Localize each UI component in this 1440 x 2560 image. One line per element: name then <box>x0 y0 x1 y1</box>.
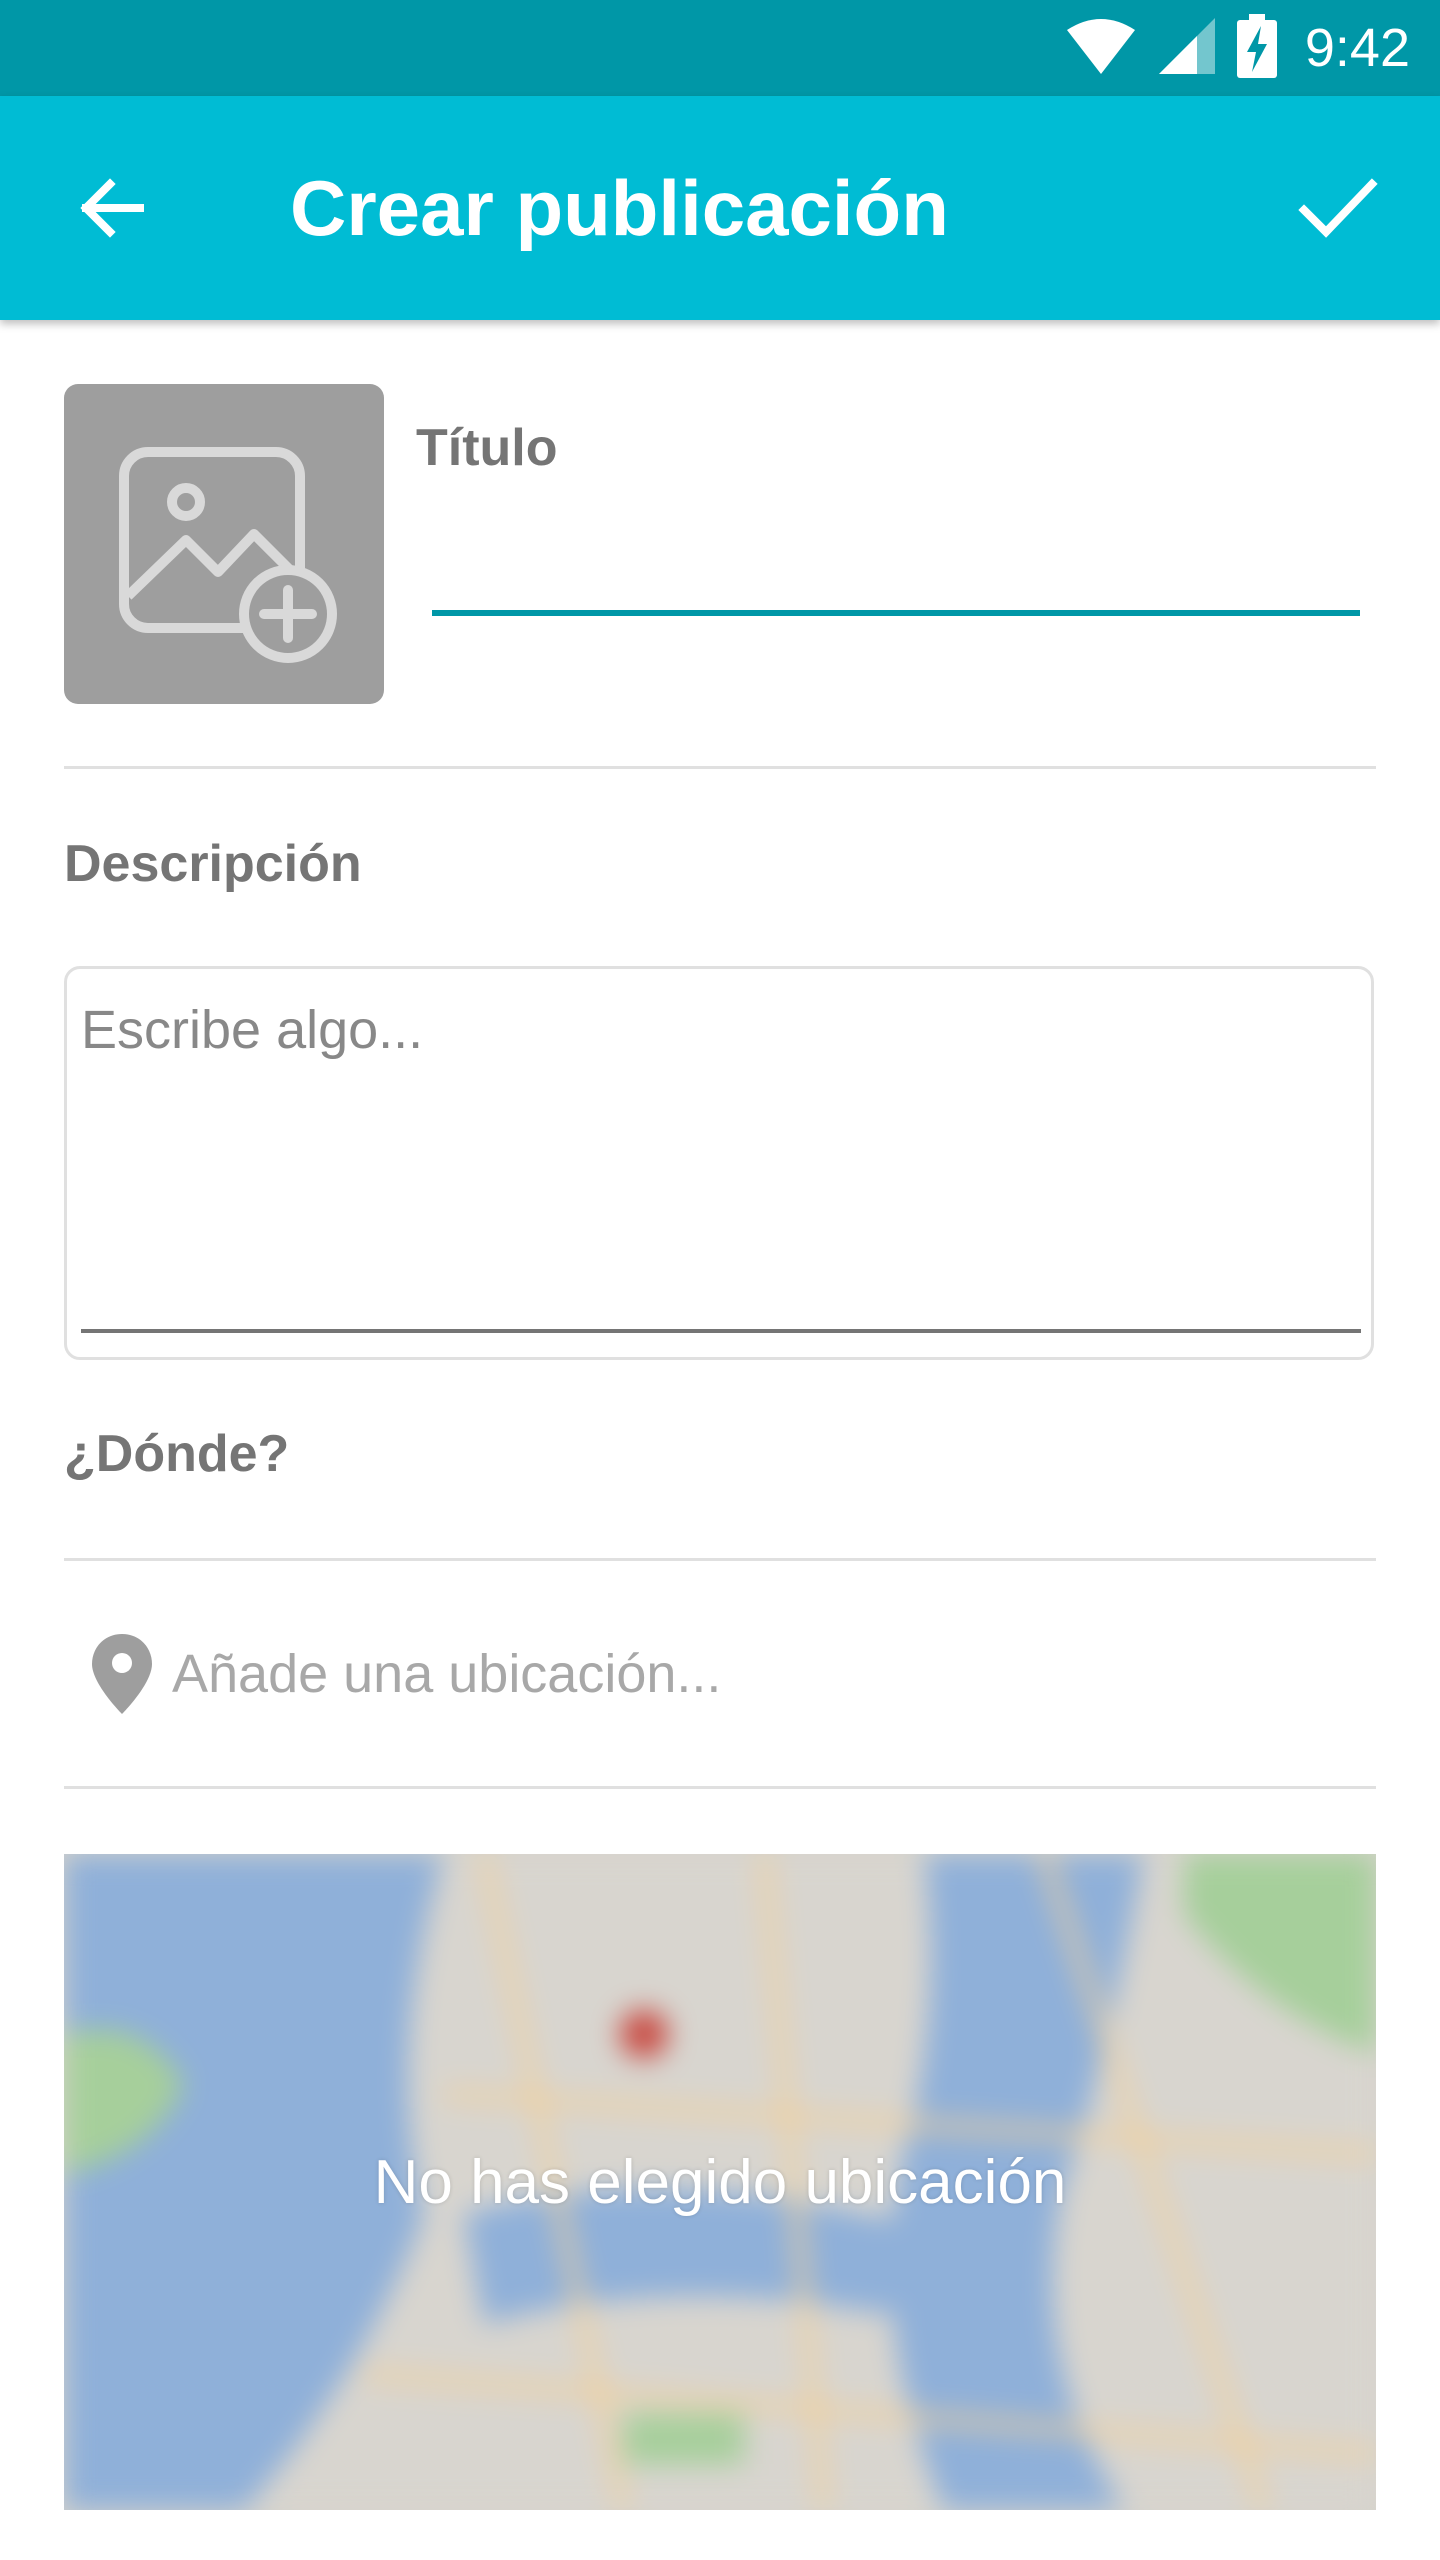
description-box <box>64 966 1374 1360</box>
description-input[interactable] <box>81 999 1351 1299</box>
divider <box>64 766 1376 769</box>
title-label: Título <box>416 419 558 477</box>
add-photo-icon <box>119 447 337 663</box>
map-empty-message: No has elegido ubicación <box>373 2147 1067 2217</box>
battery-charging-icon <box>1236 13 1277 83</box>
status-icons: 9:42 <box>1065 0 1410 96</box>
status-time: 9:42 <box>1304 18 1410 78</box>
divider <box>64 1558 1376 1561</box>
location-input[interactable] <box>170 1642 1274 1706</box>
where-label: ¿Dónde? <box>64 1425 290 1483</box>
map-preview[interactable]: No has elegido ubicación <box>64 1854 1376 2510</box>
title-input[interactable] <box>432 520 1360 616</box>
wifi-icon <box>1065 16 1137 81</box>
arrow-left-icon <box>80 178 144 238</box>
description-label: Descripción <box>64 835 362 893</box>
back-button[interactable] <box>56 152 168 264</box>
page-title: Crear publicación <box>290 163 949 252</box>
location-row[interactable] <box>64 1564 1376 1784</box>
check-icon <box>1298 178 1378 238</box>
app-bar: Crear publicación <box>0 96 1440 320</box>
status-bar: 9:42 <box>0 0 1440 96</box>
image-picker-button[interactable] <box>64 384 384 704</box>
description-underline <box>81 1329 1361 1333</box>
divider <box>64 1786 1376 1789</box>
confirm-button[interactable] <box>1282 152 1394 264</box>
signal-icon <box>1157 16 1217 81</box>
map-pin-icon <box>74 1626 170 1722</box>
